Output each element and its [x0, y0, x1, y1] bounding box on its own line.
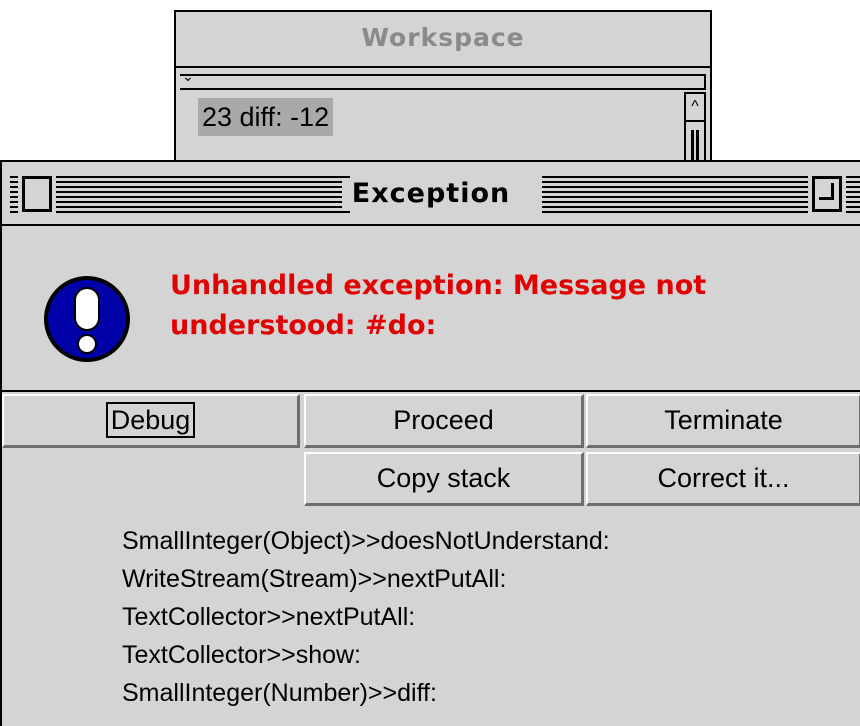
exception-titlebar[interactable]: Exception [2, 162, 860, 226]
correct-it-button[interactable]: Correct it... [586, 452, 860, 506]
message-divider [2, 390, 860, 392]
copy-stack-button[interactable]: Copy stack [304, 452, 584, 506]
exception-window[interactable]: Exception Unhandled exception: Message n… [0, 160, 860, 726]
proceed-button-label: Proceed [393, 405, 494, 435]
terminate-button[interactable]: Terminate [586, 394, 860, 448]
terminate-button-label: Terminate [664, 405, 783, 435]
workspace-menu-bar[interactable] [180, 74, 706, 90]
stack-trace-item[interactable]: TextCollector>>show: [122, 636, 842, 674]
workspace-window[interactable]: Workspace ⌄ 23 diff: -12 ^ [174, 10, 712, 180]
proceed-button[interactable]: Proceed [304, 394, 584, 448]
stack-trace-item[interactable]: TextCollector>>nextPutAll: [122, 598, 842, 636]
titlebar-divider [2, 224, 860, 226]
stack-trace-item[interactable]: WriteStream(Stream)>>nextPutAll: [122, 560, 842, 598]
exclamation-icon [44, 276, 130, 362]
debug-button-label: Debug [105, 402, 196, 438]
copy-stack-button-label: Copy stack [376, 463, 511, 493]
correct-it-button-label: Correct it... [657, 463, 790, 493]
stack-trace-item[interactable]: SmallInteger(Number)>>diff: [122, 674, 842, 712]
workspace-title-divider [176, 66, 710, 68]
workspace-selected-text[interactable]: 23 diff: -12 [198, 98, 334, 136]
scroll-up-arrow-icon[interactable]: ^ [686, 94, 704, 122]
chevron-down-icon[interactable]: ⌄ [182, 70, 194, 84]
exception-title: Exception [341, 178, 521, 209]
workspace-title[interactable]: Workspace [176, 12, 710, 68]
exception-message: Unhandled exception: Message not underst… [170, 270, 707, 341]
debug-button[interactable]: Debug [2, 394, 300, 448]
stack-trace-list: SmallInteger(Object)>>doesNotUnderstand:… [122, 522, 842, 712]
stack-trace-item[interactable]: SmallInteger(Object)>>doesNotUnderstand: [122, 522, 842, 560]
